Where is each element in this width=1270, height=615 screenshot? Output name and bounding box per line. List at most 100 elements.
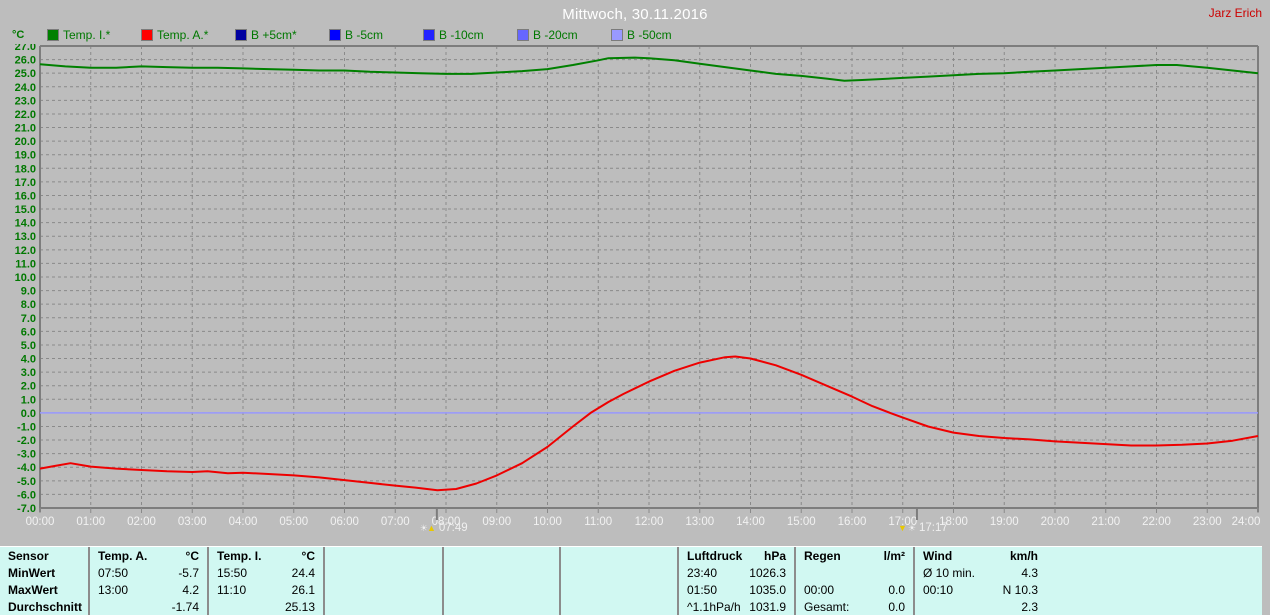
x-tick-label: 09:00 (482, 516, 511, 528)
cell-time: 01:50 (687, 583, 718, 597)
table-column-empty (323, 547, 442, 615)
y-tick-label: 19.0 (15, 150, 36, 162)
x-tick-label: 20:00 (1041, 516, 1070, 528)
table-column-temp-a-: Temp. A. °C 07:50 -5.7 13:00 4.2 -1.74 (88, 547, 207, 615)
cell-value: 4.2 (182, 583, 199, 597)
y-tick-label: 26.0 (15, 55, 36, 67)
table-row: -1.74 (90, 599, 207, 615)
x-tick-label: 24:00 (1232, 516, 1261, 528)
column-unit: °C (301, 549, 315, 563)
y-tick-label: 1.0 (21, 394, 36, 406)
cell-value: 0.0 (888, 583, 905, 597)
y-tick-label: 18.0 (15, 163, 36, 175)
table-row: 01:50 1035.0 (679, 582, 794, 599)
legend-label: B -20cm (533, 28, 578, 42)
legend-label: B -5cm (345, 28, 384, 42)
y-tick-label: -6.0 (17, 489, 36, 501)
stats-table: Sensor MinWert MaxWert Durchschnitt Temp. A.… (0, 546, 1262, 615)
table-row: Ø 10 min. 4.3 (915, 565, 1046, 582)
x-tick-label: 19:00 (990, 516, 1019, 528)
arrow-up-icon: ▲ (427, 523, 436, 533)
cell-time: 07:50 (98, 566, 129, 580)
cell-time: ^1.1hPa/h (687, 600, 741, 614)
x-tick-label: 23:00 (1193, 516, 1222, 528)
table-row (444, 599, 559, 615)
table-column-temp-i-: Temp. I. °C 15:50 24.4 11:10 26.1 25.13 (207, 547, 323, 615)
column-unit: hPa (763, 549, 786, 563)
table-column-luftdruck: Luftdruck hPa 23:40 1026.3 01:50 1035.0 ^1.1hP… (677, 547, 794, 615)
user-name: Jarz Erich (1208, 6, 1262, 20)
y-tick-label: 5.0 (21, 340, 36, 352)
legend-item-temp-i-: Temp. I.* (47, 28, 142, 42)
table-row (325, 547, 442, 565)
arrow-down-icon: ▼ (898, 523, 907, 533)
x-tick-label: 04:00 (229, 516, 258, 528)
temperature-chart: 27.0 26.0 25.0 24.0 23.0 22.0 21.0 20.0 19.0 18.0… (0, 41, 1270, 545)
legend-label: Temp. I.* (63, 28, 111, 42)
table-row (325, 582, 442, 599)
cell-value: 2.3 (1021, 600, 1038, 614)
y-tick-label: 4.0 (21, 354, 36, 366)
x-tick-label: 00:00 (26, 516, 55, 528)
cell-value: 24.4 (291, 566, 315, 580)
y-tick-label: 11.0 (15, 258, 36, 270)
cell-value: 1026.3 (749, 566, 786, 580)
y-tick-label: -5.0 (17, 476, 36, 488)
cell-time: 13:00 (98, 583, 129, 597)
table-row (561, 582, 677, 599)
cell-value: 25.13 (284, 600, 315, 614)
y-tick-label: -3.0 (17, 449, 36, 461)
legend-item-b--20cm: B -20cm (517, 28, 612, 42)
chart-canvas: 27.0 26.025.0 24.023.0 22.0 21.020.0 19.018.0… (15, 41, 1261, 534)
cell-value: 1035.0 (749, 583, 786, 597)
x-tick-label: 11:00 (584, 516, 612, 528)
legend-item-b--10cm: B -10cm (423, 28, 518, 42)
y-tick-label: 13.0 (15, 231, 36, 243)
cell-value: -1.74 (171, 600, 199, 614)
y-tick-label: -4.0 (17, 462, 36, 474)
table-row: Wind km/h (915, 547, 1046, 565)
y-tick-label: 3.0 (21, 367, 36, 379)
table-row: 15:50 24.4 (209, 565, 323, 582)
y-tick-label: 14.0 (15, 218, 36, 230)
y-tick-label: 6.0 (21, 326, 36, 338)
legend-item-b-+5cm-: B +5cm* (235, 28, 330, 42)
y-tick-label: 15.0 (15, 204, 36, 216)
table-column-regen: Regen l/m² 00:00 0.0 Gesamt: 0.0 (794, 547, 913, 615)
legend-item-temp-a-: Temp. A.* (141, 28, 236, 42)
table-row: 07:50 -5.7 (90, 565, 207, 582)
column-name: Temp. I. (217, 549, 262, 563)
cell-time: 15:50 (217, 566, 248, 580)
x-tick-label: 12:00 (635, 516, 664, 528)
column-unit: km/h (1009, 549, 1038, 563)
y-tick-label: 8.0 (21, 299, 36, 311)
legend-swatch-icon (47, 29, 59, 41)
table-row: 2.3 (915, 599, 1046, 615)
x-tick-label: 07:00 (381, 516, 410, 528)
y-tick-label: 7.0 (21, 313, 36, 325)
row-label: Durchschnitt (8, 600, 83, 614)
x-tick-label: 16:00 (838, 516, 867, 528)
table-row (561, 547, 677, 565)
y-tick-label: 20.0 (15, 136, 36, 148)
table-row: 00:00 0.0 (796, 582, 913, 599)
y-tick-label: 12.0 (15, 245, 36, 257)
legend-swatch-icon (141, 29, 153, 41)
cell-value: 1031.9 (749, 600, 786, 614)
table-row: Luftdruck hPa (679, 547, 794, 565)
y-tick-label: -1.0 (17, 421, 36, 433)
legend-swatch-icon (329, 29, 341, 41)
cell-time: 00:10 (923, 583, 954, 597)
y-tick-label: 21.0 (15, 123, 36, 135)
table-row (561, 565, 677, 582)
sunrise-time: 07:49 (439, 522, 468, 534)
legend-item-b--50cm: B -50cm (611, 28, 706, 42)
cell-value: 0.0 (888, 600, 905, 614)
x-tick-label: 15:00 (787, 516, 816, 528)
table-row (444, 582, 559, 599)
table-column-empty (442, 547, 559, 615)
cell-value: 4.3 (1021, 566, 1038, 580)
x-tick-label: 22:00 (1142, 516, 1171, 528)
x-tick-label: 03:00 (178, 516, 207, 528)
table-column-empty (559, 547, 677, 615)
